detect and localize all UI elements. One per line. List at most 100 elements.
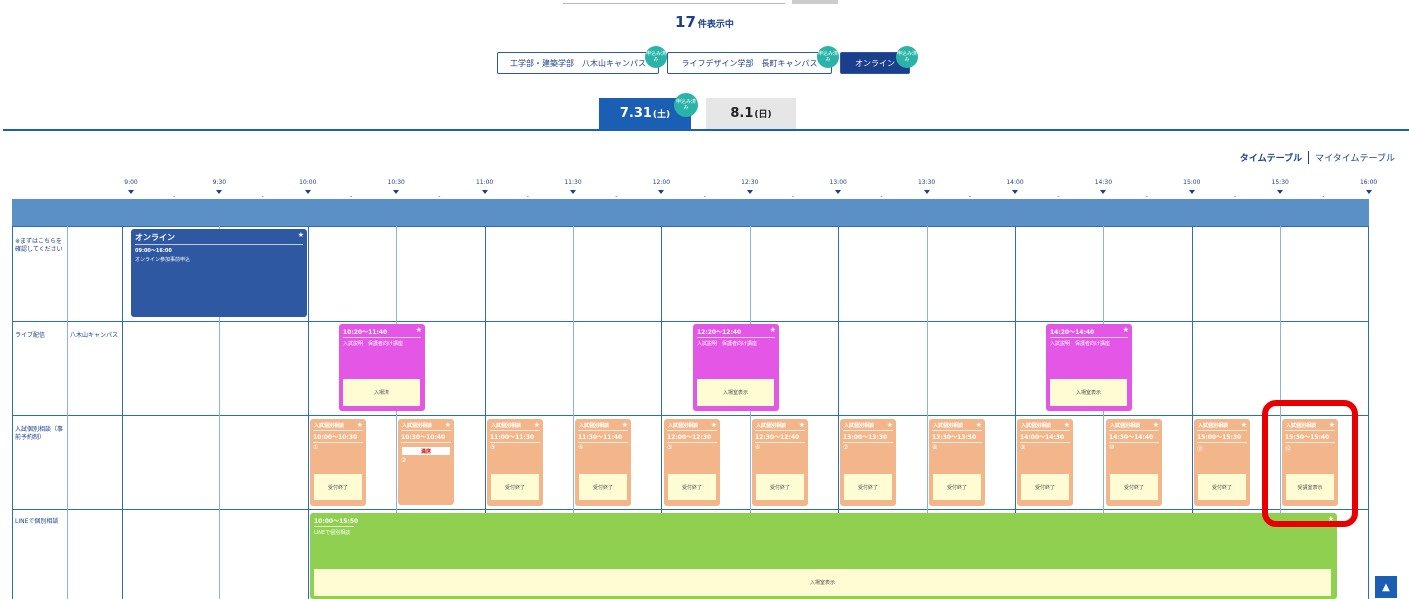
favorite-star-icon[interactable]: ★ <box>799 421 805 429</box>
search-button[interactable] <box>792 0 838 4</box>
tab-campus-yagiyama[interactable]: 工学部・建築学部 八木山キャンパス <box>497 52 659 74</box>
favorite-star-icon[interactable]: ★ <box>298 231 304 239</box>
my-timetable-link[interactable]: マイタイムテーブル <box>1315 151 1395 164</box>
time-tick-label: 11:00 <box>475 179 494 186</box>
tick-marker-icon <box>1100 190 1107 194</box>
event-time: 14:30～14:40 <box>1109 434 1154 441</box>
enter-room-button[interactable]: 入場室表示 <box>314 569 1331 596</box>
event-card-live[interactable]: ★ 14:20～14:40 入試説明 保護者向け講座 入場室表示 <box>1046 324 1132 411</box>
event-card-consult[interactable]: ★ 入試個別相談 13:00～13:30 ⑦ 受付終了 <box>840 419 896 506</box>
event-card-consult[interactable]: ★ 入試個別相談 12:30～12:40 ⑥ 受付終了 <box>752 419 808 506</box>
applied-badge: 申込み済み <box>645 46 667 68</box>
highlight-box <box>1262 400 1358 527</box>
event-card-consult[interactable]: ★ 入試個別相談 14:00～14:30 ⑨ 受付終了 <box>1017 419 1073 506</box>
time-tick-label: 12:30 <box>741 179 759 186</box>
tick-marker-icon <box>835 190 842 194</box>
slot-number: ② <box>401 457 407 464</box>
favorite-star-icon[interactable]: ★ <box>622 421 628 429</box>
event-card-online[interactable]: ★ オンライン 09:00～16:00 オンライン参加事前申込 <box>131 229 307 317</box>
event-desc: 入試説明 保護者向け講座 <box>1050 341 1111 347</box>
consult-status-button[interactable]: 受付終了 <box>933 474 981 500</box>
event-time: 10:00～10:30 <box>313 434 358 441</box>
slot-number: ⑩ <box>1109 444 1115 451</box>
time-tick-label: 10:00 <box>299 179 317 186</box>
consult-status-button[interactable]: 受付終了 <box>491 474 539 500</box>
time-tick-label: 11:30 <box>564 179 582 186</box>
tick-marker-icon <box>570 190 576 194</box>
slot-number: ③ <box>490 444 496 451</box>
tick-marker-icon <box>658 190 665 194</box>
event-card-consult[interactable]: ★ 入試個別相談 10:00～10:30 ① 受付終了 <box>310 419 366 506</box>
favorite-star-icon[interactable]: ★ <box>1123 326 1129 334</box>
slot-number: ① <box>313 444 319 451</box>
tick-marker-icon <box>923 190 930 194</box>
enter-room-button[interactable]: 入場済 <box>343 379 420 406</box>
favorite-star-icon[interactable]: ★ <box>416 326 422 334</box>
keyword-search-input[interactable] <box>563 0 785 4</box>
consult-status-button[interactable]: 受付終了 <box>1110 474 1158 500</box>
event-card-consult[interactable]: ★ 入試個別相談 13:30～13:50 ⑧ 受付終了 <box>929 419 985 506</box>
tab-campus-nagamachi[interactable]: ライフデザイン学部 長町キャンパス <box>667 52 832 74</box>
tab-date-0801[interactable]: 8.1 (日) <box>706 98 796 129</box>
slot-number: ⑤ <box>667 444 673 451</box>
favorite-star-icon[interactable]: ★ <box>1064 421 1070 429</box>
timetable-header-band <box>12 199 1369 226</box>
event-card-live[interactable]: ★ 12:20～12:40 入試説明 保護者向け講座 入場室表示 <box>693 324 779 411</box>
event-time: 14:00～14:30 <box>1020 434 1065 441</box>
time-tick-label: 9:30 <box>212 179 227 186</box>
event-card-consult[interactable]: ★ 入試個別相談 15:00～15:30 ⑪ 受付終了 <box>1194 419 1250 506</box>
time-tick-label: 15:00 <box>1183 179 1201 186</box>
view-toggle-divider <box>1308 151 1310 164</box>
event-card-live[interactable]: ★ 10:20～11:40 入試説明 保護者向け講座 入場済 <box>339 324 425 411</box>
event-card-consult[interactable]: ★ 入試個別相談 12:00～12:30 ⑤ 受付終了 <box>664 419 720 506</box>
scroll-top-button[interactable]: ▲ <box>1375 576 1397 598</box>
consult-status-button[interactable]: 受付終了 <box>579 474 627 500</box>
row-label-consult: 入試個別相談（事前予約制） <box>15 426 64 441</box>
event-desc: オンライン参加事前申込 <box>135 257 191 263</box>
favorite-star-icon[interactable]: ★ <box>711 421 717 429</box>
time-tick-label: 13:30 <box>917 179 936 186</box>
tick-marker-icon <box>481 190 488 194</box>
favorite-star-icon[interactable]: ★ <box>976 421 982 429</box>
consult-status-button[interactable]: 受付終了 <box>668 474 716 500</box>
favorite-star-icon[interactable]: ★ <box>887 421 893 429</box>
consult-status-button[interactable]: 受付終了 <box>756 474 804 500</box>
row-label-line: LINEで個別相談 <box>15 518 59 525</box>
tick-marker-icon <box>393 190 400 194</box>
favorite-star-icon[interactable]: ★ <box>445 421 451 429</box>
favorite-star-icon[interactable]: ★ <box>1153 421 1159 429</box>
time-tick-label: 12:00 <box>652 179 671 186</box>
favorite-star-icon[interactable]: ★ <box>1241 421 1247 429</box>
enter-room-button[interactable]: 入場室表示 <box>1050 379 1127 406</box>
timetable-link[interactable]: タイムテーブル <box>1240 151 1302 164</box>
tick-marker-icon <box>1012 190 1018 194</box>
result-count-number: 17 <box>675 13 696 31</box>
tab-online-label: オンライン <box>855 58 895 68</box>
consult-status-button[interactable]: 受付終了 <box>314 474 362 500</box>
arrow-up-icon: ▲ <box>1382 581 1390 593</box>
favorite-star-icon[interactable]: ★ <box>770 326 776 334</box>
event-card-consult[interactable]: ★ 入試個別相談 11:30～11:40 ④ 受付終了 <box>575 419 631 506</box>
event-card-consult[interactable]: ★ 入試個別相談 11:00～11:30 ③ 受付終了 <box>487 419 543 506</box>
event-card-line[interactable]: ★ 10:00～15:50 LINEで個別相談 入場室表示 <box>310 513 1337 599</box>
consult-status-button[interactable]: 受付終了 <box>844 474 892 500</box>
consult-status-button[interactable]: 受付終了 <box>1198 474 1246 500</box>
time-tick-label: 14:00 <box>1006 179 1024 186</box>
tick-marker-icon <box>1277 190 1284 194</box>
row-divider <box>12 415 1369 416</box>
favorite-star-icon[interactable]: ★ <box>534 421 540 429</box>
event-time: 15:00～15:30 <box>1197 434 1242 441</box>
result-count-unit: 件表示中 <box>697 20 734 30</box>
favorite-star-icon[interactable]: ★ <box>357 421 363 429</box>
row-label-notice: ※まずはこちらを確認してください <box>15 238 63 253</box>
consult-status-button[interactable]: 受付終了 <box>1021 474 1069 500</box>
tab-date-0801-date: 8.1 <box>730 106 754 121</box>
event-time: 13:00～13:30 <box>843 434 888 441</box>
grid-line <box>308 226 309 599</box>
grid-line <box>12 226 13 599</box>
event-card-consult[interactable]: ★ 入試個別相談 14:30～14:40 ⑩ 受付終了 <box>1106 419 1162 506</box>
event-desc: LINEで個別相談 <box>314 530 351 536</box>
enter-room-button[interactable]: 入場室表示 <box>697 379 774 406</box>
event-card-consult[interactable]: ★ 入試個別相談 10:30～10:40 満席 ② <box>398 419 454 505</box>
tick-marker-icon <box>1365 190 1372 194</box>
